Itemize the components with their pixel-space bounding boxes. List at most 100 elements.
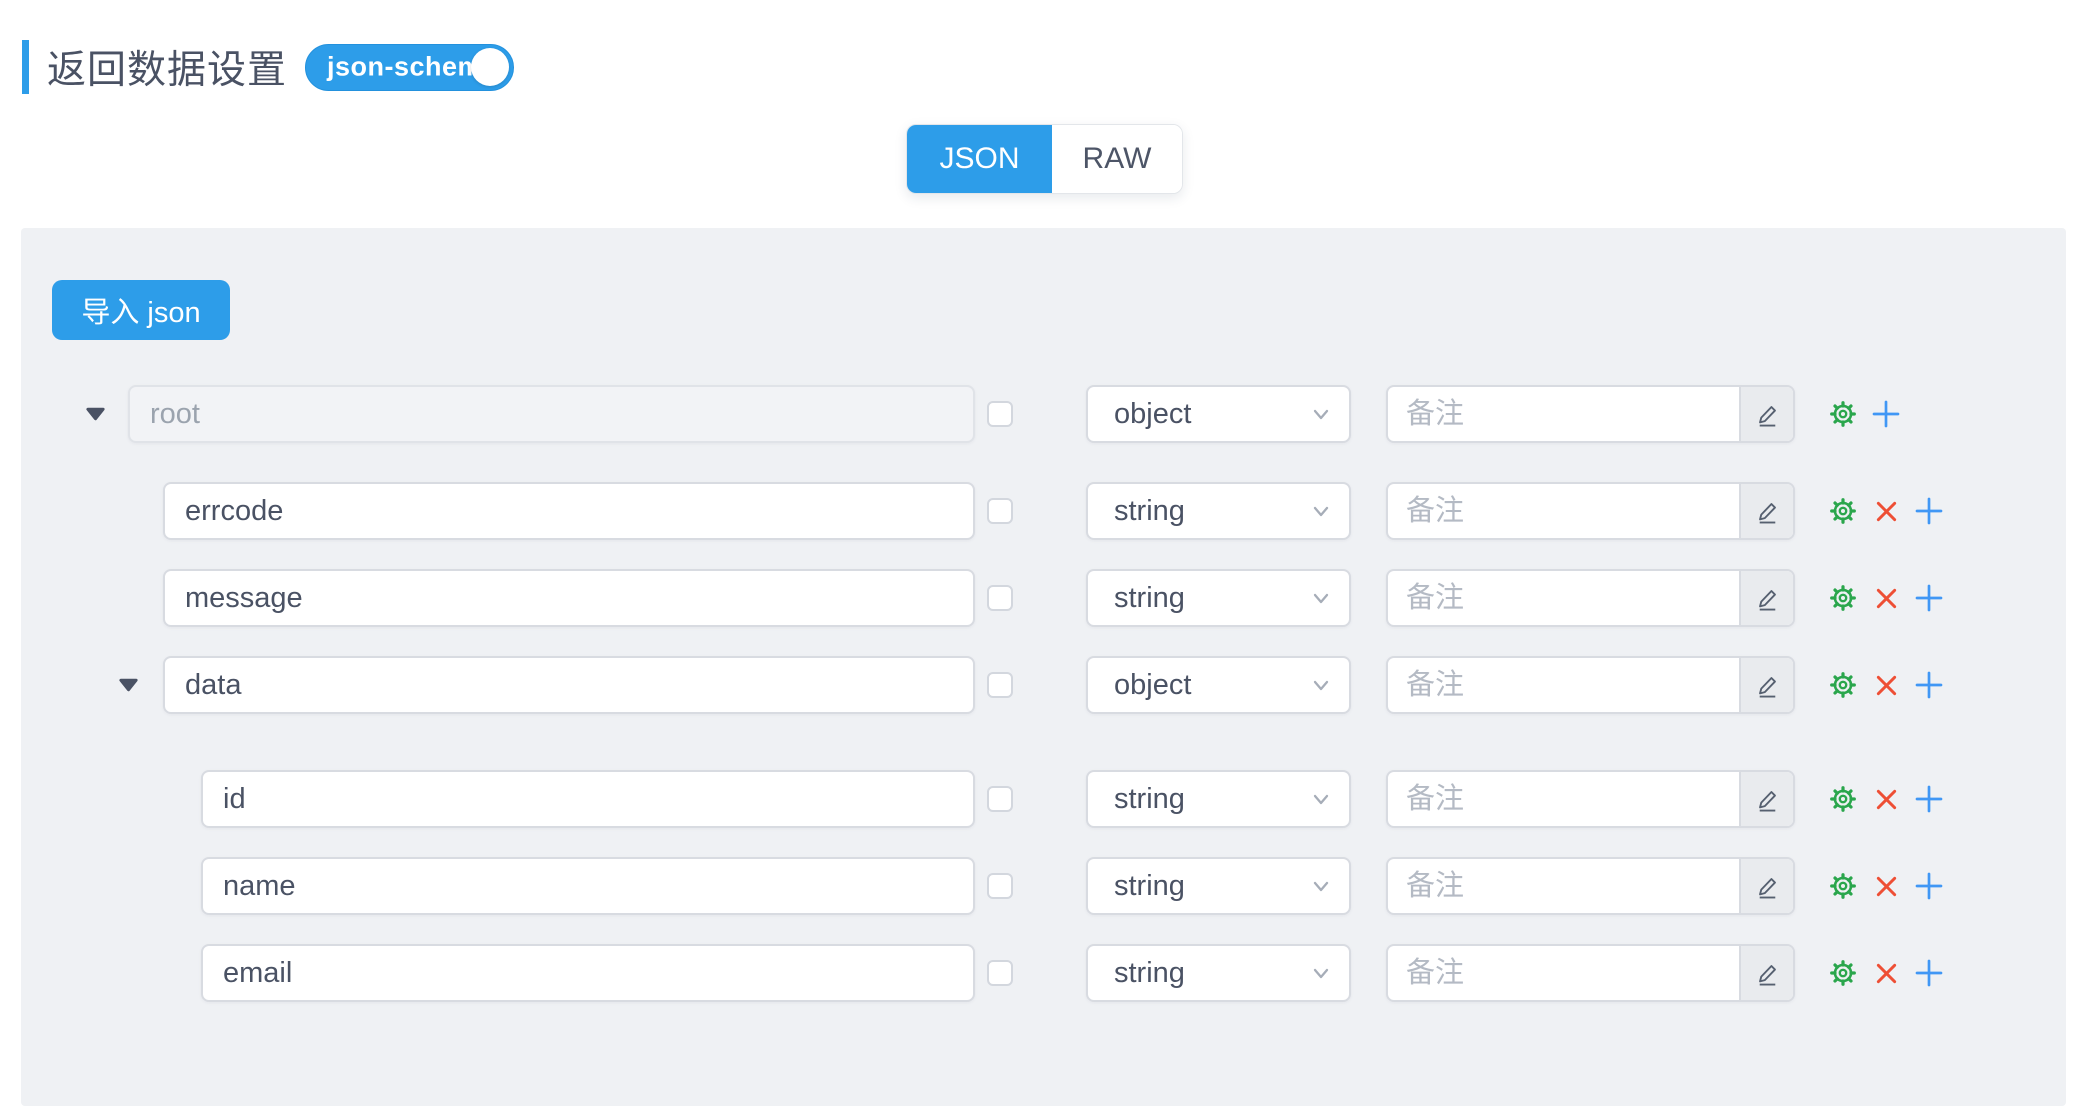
remark-field-group (1386, 385, 1795, 443)
chevron-down-icon (1307, 497, 1335, 525)
type-select-value: object (1114, 669, 1191, 702)
json-schema-toggle[interactable]: json-schema (305, 44, 514, 91)
chevron-down-icon (1307, 584, 1335, 612)
gear-icon[interactable] (1826, 956, 1860, 990)
plus-icon[interactable] (1912, 581, 1946, 615)
remark-input[interactable] (1388, 658, 1739, 712)
caret-down-icon[interactable] (116, 676, 140, 694)
field-name-input[interactable] (163, 569, 975, 627)
import-json-button[interactable]: 导入 json (52, 280, 230, 340)
toggle-knob (471, 48, 509, 86)
page-header: 返回数据设置 json-schema (22, 36, 514, 98)
remark-field-group (1386, 770, 1795, 828)
tab-json[interactable]: JSON (907, 125, 1052, 193)
plus-icon[interactable] (1912, 782, 1946, 816)
field-name-input[interactable] (163, 656, 975, 714)
gear-icon[interactable] (1826, 869, 1860, 903)
caret-down-icon[interactable] (83, 405, 107, 423)
schema-row-id: string (21, 770, 2066, 828)
delete-x-icon[interactable] (1869, 782, 1903, 816)
plus-icon[interactable] (1912, 869, 1946, 903)
type-select-value: string (1114, 495, 1185, 528)
type-select[interactable]: string (1086, 770, 1351, 828)
required-checkbox[interactable] (987, 960, 1013, 986)
edit-pen-icon[interactable] (1739, 571, 1793, 625)
plus-icon[interactable] (1912, 494, 1946, 528)
schema-row-root: object (21, 385, 2066, 443)
schema-tree: object (21, 385, 2066, 1031)
tab-raw[interactable]: RAW (1052, 125, 1182, 193)
plus-icon[interactable] (1912, 956, 1946, 990)
schema-row-name: string (21, 857, 2066, 915)
chevron-down-icon (1307, 671, 1335, 699)
remark-input[interactable] (1388, 387, 1739, 441)
field-name-input[interactable] (163, 482, 975, 540)
row-actions (1826, 397, 1903, 431)
schema-editor-panel: 导入 json object (21, 228, 2066, 1106)
edit-pen-icon[interactable] (1739, 387, 1793, 441)
required-checkbox[interactable] (987, 585, 1013, 611)
edit-pen-icon[interactable] (1739, 772, 1793, 826)
delete-x-icon[interactable] (1869, 494, 1903, 528)
schema-row-message: string (21, 569, 2066, 627)
type-select-value: string (1114, 957, 1185, 990)
required-checkbox[interactable] (987, 786, 1013, 812)
edit-pen-icon[interactable] (1739, 658, 1793, 712)
remark-input[interactable] (1388, 946, 1739, 1000)
remark-field-group (1386, 569, 1795, 627)
edit-pen-icon[interactable] (1739, 484, 1793, 538)
gear-icon[interactable] (1826, 494, 1860, 528)
schema-row-errcode: string (21, 482, 2066, 540)
gear-icon[interactable] (1826, 668, 1860, 702)
delete-x-icon[interactable] (1869, 956, 1903, 990)
gear-icon[interactable] (1826, 581, 1860, 615)
required-checkbox[interactable] (987, 672, 1013, 698)
page-title: 返回数据设置 (47, 39, 287, 95)
required-checkbox[interactable] (987, 873, 1013, 899)
type-select-value: object (1114, 398, 1191, 431)
field-name-input (128, 385, 975, 443)
required-checkbox[interactable] (987, 401, 1013, 427)
remark-field-group (1386, 857, 1795, 915)
data-children-group: string (21, 743, 2066, 1002)
type-select-value: string (1114, 783, 1185, 816)
plus-icon[interactable] (1912, 668, 1946, 702)
type-select[interactable]: object (1086, 385, 1351, 443)
edit-pen-icon[interactable] (1739, 946, 1793, 1000)
row-actions (1826, 782, 1946, 816)
row-actions (1826, 668, 1946, 702)
field-name-input[interactable] (201, 944, 975, 1002)
plus-icon[interactable] (1869, 397, 1903, 431)
delete-x-icon[interactable] (1869, 668, 1903, 702)
title-accent-bar (22, 40, 29, 94)
field-name-input[interactable] (201, 770, 975, 828)
remark-field-group (1386, 944, 1795, 1002)
chevron-down-icon (1307, 785, 1335, 813)
type-select[interactable]: object (1086, 656, 1351, 714)
type-select[interactable]: string (1086, 482, 1351, 540)
schema-row-data: object (21, 656, 2066, 714)
remark-input[interactable] (1388, 859, 1739, 913)
chevron-down-icon (1307, 872, 1335, 900)
edit-pen-icon[interactable] (1739, 859, 1793, 913)
type-select[interactable]: string (1086, 569, 1351, 627)
type-select-value: string (1114, 870, 1185, 903)
remark-input[interactable] (1388, 484, 1739, 538)
chevron-down-icon (1307, 400, 1335, 428)
remark-input[interactable] (1388, 772, 1739, 826)
field-name-input[interactable] (201, 857, 975, 915)
type-select[interactable]: string (1086, 944, 1351, 1002)
delete-x-icon[interactable] (1869, 869, 1903, 903)
type-select-value: string (1114, 582, 1185, 615)
required-checkbox[interactable] (987, 498, 1013, 524)
gear-icon[interactable] (1826, 397, 1860, 431)
gear-icon[interactable] (1826, 782, 1860, 816)
remark-input[interactable] (1388, 571, 1739, 625)
type-select[interactable]: string (1086, 857, 1351, 915)
remark-field-group (1386, 482, 1795, 540)
delete-x-icon[interactable] (1869, 581, 1903, 615)
schema-row-email: string (21, 944, 2066, 1002)
row-actions (1826, 494, 1946, 528)
row-actions (1826, 956, 1946, 990)
chevron-down-icon (1307, 959, 1335, 987)
